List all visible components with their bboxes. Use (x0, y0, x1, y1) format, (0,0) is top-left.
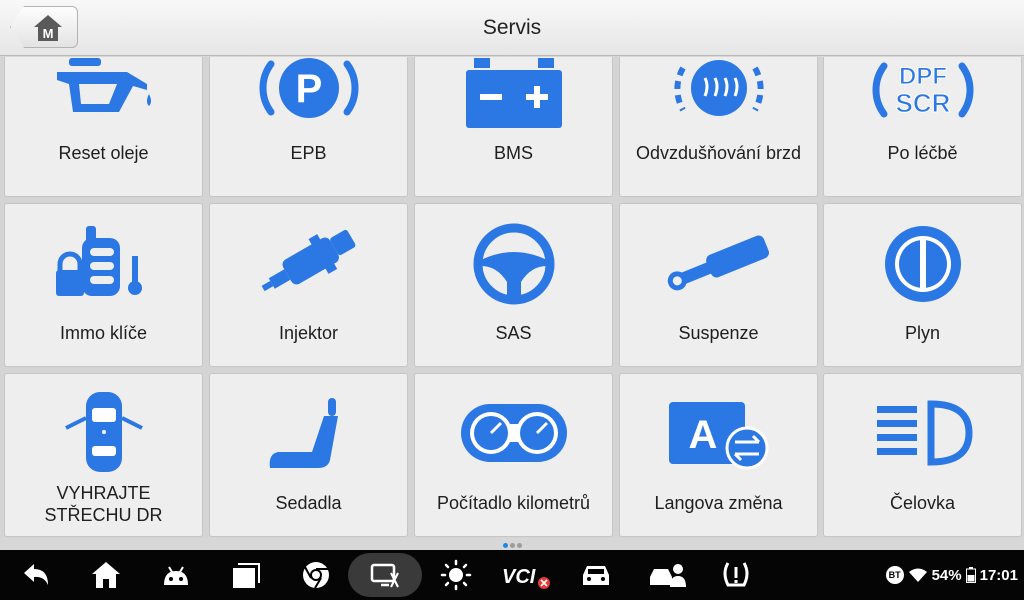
remote-expert-icon[interactable] (648, 559, 686, 591)
tile-label: Sedadla (275, 493, 342, 513)
seat-icon (269, 398, 338, 468)
battery-percent: 54% (931, 566, 962, 584)
tile-label: SAS (495, 323, 532, 343)
car-icon[interactable] (580, 559, 612, 591)
tile-epb[interactable]: P EPB (209, 57, 408, 197)
odometer-icon (460, 404, 567, 462)
tile-label: Reset oleje (58, 143, 149, 163)
tile-seats[interactable]: Sedadla (209, 373, 408, 537)
home-icon[interactable] (90, 559, 122, 591)
immo-key-icon (55, 226, 142, 296)
tile-suspension[interactable]: Suspenze (619, 203, 818, 367)
tile-sas[interactable]: SAS (414, 203, 613, 367)
page-dot-active (502, 543, 508, 548)
tile-label: Injektor (278, 323, 339, 343)
headlight-icon (876, 400, 973, 466)
tile-label: Plyn (904, 323, 940, 343)
service-grid: Reset oleje P EPB BMS Odvzdušňování brzd (0, 57, 1024, 538)
dpf-scr-icon: DPF SCR (872, 62, 973, 119)
tile-label-line2: STŘECHU DR (44, 505, 163, 525)
tpms-icon[interactable] (720, 559, 752, 591)
tile-oil-reset[interactable]: Reset oleje (4, 57, 203, 197)
steering-wheel-icon (473, 223, 554, 305)
tile-label-line1: VYHRAJTE (56, 483, 151, 503)
tile-label: Po léčbě (887, 143, 958, 163)
oil-can-icon (56, 58, 151, 112)
car-roof-icon (64, 392, 143, 472)
svg-text:VCI: VCI (502, 566, 536, 588)
language-icon: A (668, 402, 768, 470)
throttle-icon (884, 226, 961, 302)
tile-roof[interactable]: VYHRAJTE STŘECHU DR (4, 373, 203, 537)
suspension-icon (667, 235, 769, 291)
tile-injector[interactable]: Injektor (209, 203, 408, 367)
bluetooth-icon: BT (885, 566, 904, 584)
page-dot (509, 543, 515, 548)
tile-aftertreatment[interactable]: DPF SCR Po léčbě (823, 57, 1022, 197)
android-icon[interactable] (160, 559, 192, 591)
svg-text:DPF: DPF (899, 63, 947, 90)
brake-bleed-icon (673, 60, 764, 116)
status-area: BT 54% 17:01 (885, 566, 1018, 584)
tile-label: Immo klíče (59, 323, 147, 343)
chrome-icon[interactable] (300, 559, 332, 591)
svg-text:SCR: SCR (895, 88, 950, 118)
tile-language[interactable]: A Langova změna (619, 373, 818, 537)
svg-text:A: A (688, 413, 717, 457)
vci-icon[interactable]: VCI (500, 559, 552, 591)
tile-odometer[interactable]: Počítadlo kilometrů (414, 373, 613, 537)
tile-headlight[interactable]: Čelovka (823, 373, 1022, 537)
back-icon[interactable] (20, 559, 52, 591)
tile-bms[interactable]: BMS (414, 57, 613, 197)
tile-label: Čelovka (889, 493, 956, 513)
tile-brake-bleed[interactable]: Odvzdušňování brzd (619, 57, 818, 197)
tile-label: Suspenze (678, 323, 759, 343)
tile-label: Odvzdušňování brzd (635, 143, 802, 163)
clock: 17:01 (979, 566, 1018, 584)
injector-icon (261, 229, 355, 292)
title-bar: M Servis (0, 0, 1024, 56)
battery-icon (465, 58, 562, 128)
system-navbar: VCI BT 54% 17:01 (0, 550, 1024, 600)
tile-label: BMS (493, 143, 533, 163)
page-title: Servis (482, 16, 542, 39)
brightness-icon[interactable] (440, 559, 472, 591)
parking-brake-icon: P (259, 58, 358, 118)
tile-label: Počítadlo kilometrů (436, 493, 591, 513)
recent-apps-icon[interactable] (230, 559, 262, 591)
tile-label: Langova změna (654, 493, 783, 513)
page-indicator (0, 538, 1024, 550)
tile-immo-keys[interactable]: Immo klíče (4, 203, 203, 367)
screen-capture-icon[interactable] (369, 559, 401, 591)
wifi-icon (908, 568, 927, 582)
page-dot (516, 543, 522, 548)
tile-throttle[interactable]: Plyn (823, 203, 1022, 367)
tile-label: EPB (290, 143, 327, 163)
battery-icon (965, 567, 976, 583)
svg-text:P: P (295, 67, 322, 111)
